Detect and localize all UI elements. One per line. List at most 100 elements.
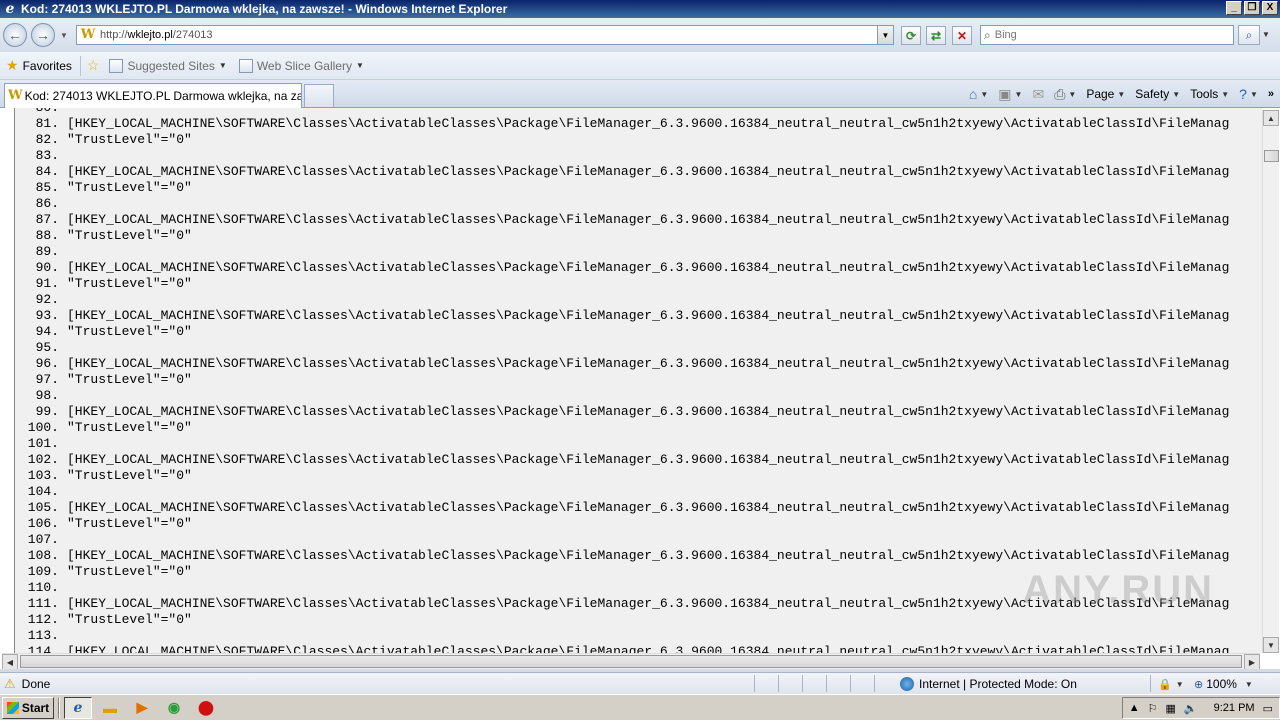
chevron-down-icon: ▼: [980, 89, 989, 99]
add-to-favorites-bar-button[interactable]: ☆: [87, 57, 104, 74]
more-commands-chevron-icon[interactable]: »: [1268, 88, 1274, 100]
chevron-down-icon: ▼: [355, 61, 364, 70]
site-favicon-icon: W: [80, 27, 96, 42]
chevron-down-icon: ▼: [1117, 89, 1126, 99]
status-panel: [826, 675, 827, 692]
line-number: 87.: [35, 212, 59, 227]
volume-icon[interactable]: 🔈: [1184, 702, 1198, 715]
code-line: 114. [HKEY_LOCAL_MACHINE\SOFTWARE\Classes…: [15, 644, 1262, 653]
print-button[interactable]: ⎙ ▼: [1054, 86, 1076, 103]
web-slice-gallery-label: Web Slice Gallery: [256, 58, 352, 73]
divider: [79, 55, 81, 76]
chevron-down-icon: ▼: [1221, 89, 1230, 99]
compatibility-view-button[interactable]: ⟳: [901, 26, 921, 45]
search-options-dropdown[interactable]: ▼: [1262, 30, 1270, 39]
safety-menu[interactable]: Safety ▼: [1135, 87, 1180, 101]
code-text: "TrustLevel"="0": [67, 276, 192, 291]
recent-pages-dropdown[interactable]: ▼: [60, 31, 68, 40]
lock-icon: 🔒: [1158, 678, 1172, 691]
tab-active[interactable]: W Kod: 274013 WKLEJTO.PL Darmowa wklejka…: [4, 83, 302, 108]
favorites-button[interactable]: ★ Favorites: [6, 57, 72, 74]
chevron-down-icon: ▼: [1172, 89, 1181, 99]
code-line: 100. "TrustLevel"="0": [15, 420, 1262, 436]
search-icon: ⌕: [1245, 27, 1253, 42]
horizontal-scroll-thumb[interactable]: [20, 655, 1242, 668]
security-zone[interactable]: Internet | Protected Mode: On: [900, 675, 1077, 693]
line-number: 81.: [35, 116, 59, 131]
scroll-left-button[interactable]: ◀: [2, 654, 18, 669]
suggested-sites-label: Suggested Sites: [127, 58, 215, 73]
stop-button[interactable]: ✕: [952, 26, 972, 45]
page-menu[interactable]: Page ▼: [1086, 87, 1125, 101]
compatibility-view-icon: ⟳: [905, 28, 917, 43]
feeds-button[interactable]: ▣ ▼: [998, 86, 1022, 103]
chevron-down-icon: ▼: [1014, 89, 1023, 99]
start-button[interactable]: Start: [2, 696, 54, 719]
scroll-up-button[interactable]: ▲: [1263, 110, 1279, 126]
minimize-button[interactable]: _: [1226, 1, 1242, 15]
close-button[interactable]: X: [1262, 1, 1278, 15]
status-text: Done: [21, 676, 51, 691]
read-mail-button[interactable]: ✉: [1032, 86, 1044, 103]
line-number: 80.: [15, 108, 67, 116]
security-zone-label: Internet | Protected Mode: On: [919, 677, 1077, 691]
line-number: 90.: [35, 260, 59, 275]
line-number: 102.: [27, 452, 59, 467]
help-menu[interactable]: ? ▼: [1239, 86, 1258, 102]
clock[interactable]: 9:21 PM: [1214, 702, 1255, 714]
internet-explorer-icon: e: [73, 699, 83, 716]
search-input[interactable]: ⌕ Bing: [980, 25, 1234, 45]
line-number: 109.: [27, 564, 59, 579]
forward-arrow-icon: →: [36, 27, 50, 43]
code-line: 92.: [15, 292, 1262, 308]
taskbar-explorer-button[interactable]: ▬: [96, 697, 124, 719]
tools-menu[interactable]: Tools ▼: [1190, 87, 1229, 101]
show-desktop-icon[interactable]: ▭: [1263, 702, 1273, 715]
line-number: 99.: [35, 404, 59, 419]
line-number: 92.: [35, 292, 59, 307]
network-icon[interactable]: ▦: [1166, 702, 1176, 715]
back-button[interactable]: ←: [3, 23, 27, 47]
site-favicon-icon: W: [8, 88, 23, 103]
line-number: 91.: [35, 276, 59, 291]
line-number: 95.: [35, 340, 59, 355]
page-menu-label: Page: [1086, 87, 1115, 101]
taskbar: Start e ▬ ▶ ◉ ⬤ ▲ ⚐ ▦ 🔈 9:21 PM ▭: [0, 694, 1280, 720]
new-tab-button[interactable]: [304, 84, 334, 107]
forward-button[interactable]: →: [31, 23, 55, 47]
taskbar-media-player-button[interactable]: ▶: [128, 697, 156, 719]
code-line: 108. [HKEY_LOCAL_MACHINE\SOFTWARE\Classes…: [15, 548, 1262, 564]
taskbar-security-app-button[interactable]: ⬤: [192, 697, 220, 719]
zoom-control[interactable]: ⊕ 100% ▼: [1194, 675, 1253, 693]
status-panel: [778, 675, 779, 692]
home-button[interactable]: ⌂ ▼: [969, 86, 988, 102]
line-number: 108.: [27, 548, 59, 563]
search-button[interactable]: ⌕: [1238, 25, 1260, 45]
refresh-button[interactable]: ⇄: [926, 26, 946, 45]
vertical-scroll-thumb[interactable]: [1264, 150, 1279, 162]
address-url[interactable]: http://wklejto.pl/274013: [100, 29, 213, 41]
safety-menu-label: Safety: [1135, 87, 1170, 101]
scroll-down-button[interactable]: ▼: [1263, 637, 1279, 653]
code-text: "TrustLevel"="0": [67, 228, 192, 243]
show-hidden-icons-icon[interactable]: ▲: [1129, 702, 1140, 714]
scroll-right-button[interactable]: ▶: [1244, 654, 1260, 669]
taskbar-chrome-button[interactable]: ◉: [160, 697, 188, 719]
line-number: 105.: [27, 500, 59, 515]
line-number: 82.: [35, 132, 59, 147]
address-dropdown-button[interactable]: ▼: [877, 26, 893, 44]
web-slice-gallery-button[interactable]: Web Slice Gallery ▼: [238, 58, 364, 73]
watermark: ANY.RUN: [1022, 568, 1214, 612]
address-bar[interactable]: W http://wklejto.pl/274013 ▼: [76, 25, 894, 45]
protected-mode-button[interactable]: 🔒 ▼: [1158, 675, 1184, 693]
suggested-sites-button[interactable]: Suggested Sites ▼: [109, 58, 227, 73]
chevron-down-icon: ▼: [1175, 679, 1184, 689]
horizontal-scrollbar[interactable]: ◀ ▶: [2, 653, 1260, 669]
taskbar-ie-button[interactable]: e: [64, 696, 92, 719]
line-number: 85.: [35, 180, 59, 195]
vertical-scrollbar[interactable]: ▲ ▼: [1262, 110, 1279, 653]
print-icon: ⎙: [1054, 85, 1066, 102]
code-line: 89.: [15, 244, 1262, 260]
maximize-button[interactable]: ❐: [1244, 1, 1260, 15]
action-center-flag-icon[interactable]: ⚐: [1148, 702, 1158, 715]
